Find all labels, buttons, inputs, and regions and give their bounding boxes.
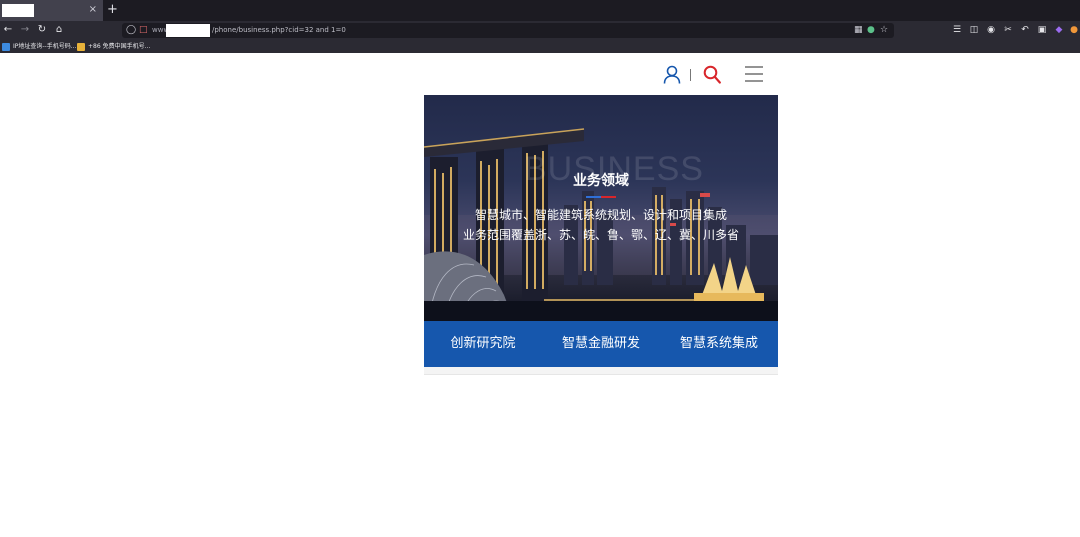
address-bar[interactable]: ◯ □ www. /phone/business.php?cid=32 and …: [122, 23, 894, 38]
bookmark-favicon-icon: [77, 42, 85, 51]
user-icon[interactable]: [663, 65, 681, 84]
forward-arrow-icon[interactable]: →: [18, 23, 32, 37]
tab-smart-finance[interactable]: 智慧金融研发: [542, 321, 660, 367]
library-icon[interactable]: ☰: [951, 24, 963, 36]
banner-title: 业务领域: [573, 173, 629, 189]
underline-blue: [586, 196, 601, 198]
underline-red: [601, 196, 616, 198]
business-banner: BUSINESS 业务领域 智慧城市、智能建筑系统规划、设计和项目集成 业务范围…: [424, 95, 778, 321]
title-underline: [586, 196, 616, 198]
new-tab-button[interactable]: +: [107, 2, 118, 18]
banner-description-line1: 智慧城市、智能建筑系统规划、设计和项目集成: [474, 208, 727, 222]
bookmarks-bar: IP地址查询--手机号码... +86 免费中国手机号...: [0, 40, 1080, 53]
browser-tab-bar: × +: [0, 0, 1080, 21]
bookmark-label: IP地址查询--手机号码...: [13, 42, 77, 50]
sidebar-icon[interactable]: ◫: [968, 24, 980, 36]
qr-code-icon[interactable]: ▦: [854, 24, 863, 37]
back-arrow-icon[interactable]: ←: [1, 23, 15, 37]
header-divider: [690, 69, 691, 81]
firefox-menu-icon[interactable]: ●: [1068, 24, 1080, 36]
tab-smart-system-integration[interactable]: 智慧系统集成: [660, 321, 778, 367]
reload-icon[interactable]: ↻: [35, 23, 49, 37]
banner-description-line2: 业务范围覆盖浙、苏、皖、鲁、鄂、辽、冀、川多省: [462, 228, 739, 242]
bookmark-item[interactable]: +86 免费中国手机号...: [77, 41, 150, 52]
browser-tab[interactable]: ×: [0, 0, 103, 21]
menu-icon[interactable]: [745, 65, 763, 83]
tab-title-redacted: [2, 4, 34, 17]
extension-badge-icon[interactable]: ◆: [1053, 24, 1065, 36]
browser-toolbar: ← → ↻ ⌂ ◯ □ www. /phone/business.php?cid…: [0, 21, 1080, 40]
url-domain-redacted: [166, 24, 210, 37]
tab-close-icon[interactable]: ×: [89, 3, 97, 17]
page-viewport: BUSINESS 业务领域 智慧城市、智能建筑系统规划、设计和项目集成 业务范围…: [0, 53, 1080, 537]
business-tabs: 创新研究院 智慧金融研发 智慧系统集成: [424, 321, 778, 367]
content-area: [424, 367, 778, 375]
bookmark-label: +86 免费中国手机号...: [88, 42, 151, 50]
home-icon[interactable]: ⌂: [52, 23, 66, 37]
container-icon[interactable]: ▣: [1036, 24, 1048, 36]
bookmark-star-icon[interactable]: ☆: [880, 24, 888, 37]
extension-icon[interactable]: ●: [867, 24, 875, 37]
bookmark-item[interactable]: IP地址查询--手机号码...: [2, 41, 76, 52]
screenshot-icon[interactable]: ✂: [1002, 24, 1014, 36]
shield-icon[interactable]: ◯: [126, 24, 136, 37]
bookmark-favicon-icon: [2, 42, 10, 51]
undo-icon[interactable]: ↶: [1019, 24, 1031, 36]
tab-innovation-institute[interactable]: 创新研究院: [424, 321, 542, 367]
site-header: [424, 53, 778, 95]
account-icon[interactable]: ◉: [985, 24, 997, 36]
search-icon[interactable]: [703, 65, 721, 84]
lock-icon[interactable]: □: [139, 24, 148, 37]
url-path: /phone/business.php?cid=32 and 1=0: [212, 26, 346, 34]
